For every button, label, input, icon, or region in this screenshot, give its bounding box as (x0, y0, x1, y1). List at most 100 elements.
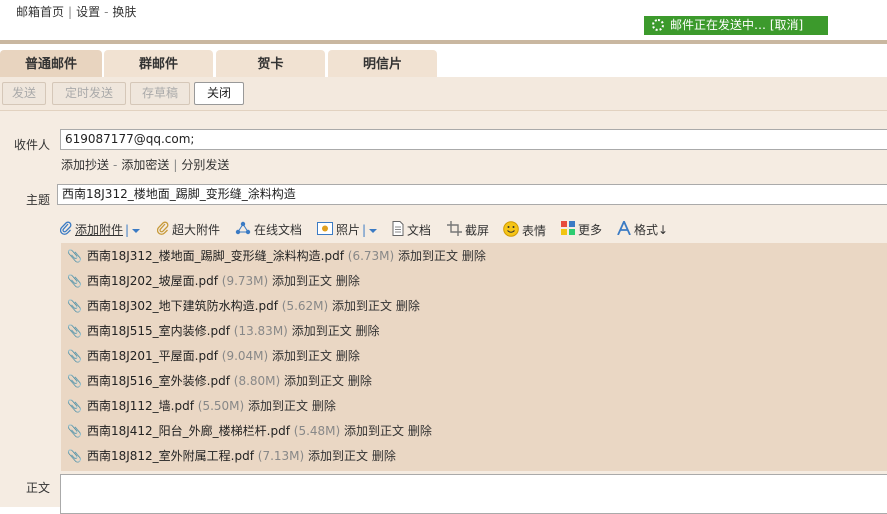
insert-to-body-link[interactable]: 添加到正文 (248, 399, 308, 413)
mailbox-home-link[interactable]: 邮箱首页 (16, 5, 64, 19)
attachment-row: 📎 西南18J112_墙.pdf (5.50M) 添加到正文 删除 (67, 396, 336, 416)
screenshot-button[interactable]: 截屏 (447, 221, 489, 239)
more-button[interactable]: 更多 (561, 221, 602, 239)
change-skin-link[interactable]: 换肤 (112, 5, 136, 19)
attachment-toolbar: 添加附件 | 超大附件 在线文档 照片 | 文档 截屏 表情 更多 格式↓ (59, 219, 887, 240)
paperclip-icon: 📎 (67, 324, 82, 338)
paperclip-icon: 📎 (67, 374, 82, 388)
attachment-name: 西南18J812_室外附属工程.pdf (86, 449, 254, 463)
insert-to-body-link[interactable]: 添加到正文 (344, 424, 404, 438)
save-draft-button[interactable]: 存草稿 (130, 82, 190, 105)
delete-attachment-link[interactable]: 删除 (336, 274, 360, 288)
document-button[interactable]: 文档 (392, 221, 431, 239)
chevron-down-icon[interactable] (368, 222, 378, 240)
paperclip-icon (59, 221, 72, 240)
separator: - (113, 158, 118, 172)
delete-attachment-link[interactable]: 删除 (348, 374, 372, 388)
photo-button[interactable]: 照片 | (317, 221, 378, 239)
online-doc-button[interactable]: 在线文档 (235, 221, 302, 239)
more-label[interactable]: 更多 (578, 223, 602, 237)
header-divider (0, 40, 887, 44)
settings-link[interactable]: 设置 (76, 5, 100, 19)
tab-group-mail[interactable]: 群邮件 (104, 50, 213, 77)
tab-greeting-card[interactable]: 贺卡 (216, 50, 325, 77)
top-links: 邮箱首页 | 设置 - 换肤 (16, 3, 136, 20)
recipient-label: 收件人 (14, 138, 51, 152)
add-cc-link[interactable]: 添加抄送 (61, 158, 109, 172)
scheduled-send-button[interactable]: 定时发送 (52, 82, 126, 105)
body-editor[interactable] (60, 474, 887, 514)
insert-to-body-link[interactable]: 添加到正文 (272, 274, 332, 288)
recipient-input[interactable]: 619087177@qq.com; (60, 129, 887, 150)
separator: | (125, 223, 130, 237)
large-attachment-icon (156, 221, 169, 240)
format-label[interactable]: 格式↓ (634, 223, 668, 237)
insert-to-body-link[interactable]: 添加到正文 (292, 324, 352, 338)
loading-spinner-icon (652, 19, 664, 31)
separator: | (362, 223, 367, 237)
attachment-name: 西南18J112_墙.pdf (86, 399, 194, 413)
separate-send-link[interactable]: 分别发送 (181, 158, 229, 172)
paperclip-icon: 📎 (67, 349, 82, 363)
separator: - (104, 5, 109, 19)
subject-label: 主题 (26, 193, 51, 207)
compose-toolbar: 发送 定时发送 存草稿 关闭 (0, 77, 887, 111)
attachment-name: 西南18J515_室内装修.pdf (86, 324, 230, 338)
emoji-label[interactable]: 表情 (522, 224, 546, 238)
format-button[interactable]: 格式↓ (617, 219, 668, 239)
insert-to-body-link[interactable]: 添加到正文 (308, 449, 368, 463)
delete-attachment-link[interactable]: 删除 (462, 249, 486, 263)
attachment-size: (9.04M) (221, 349, 269, 363)
tab-postcard[interactable]: 明信片 (328, 50, 437, 77)
paperclip-icon: 📎 (67, 449, 82, 463)
attachment-size: (5.50M) (197, 399, 245, 413)
sending-status-text[interactable]: 邮件正在发送中… [取消] (670, 18, 803, 32)
recipient-options: 添加抄送 - 添加密送 | 分别发送 (61, 156, 229, 173)
attachment-size: (5.48M) (293, 424, 341, 438)
delete-attachment-link[interactable]: 删除 (312, 399, 336, 413)
screenshot-label[interactable]: 截屏 (465, 224, 489, 238)
attachment-size: (6.73M) (347, 249, 395, 263)
tab-normal-mail[interactable]: 普通邮件 (0, 50, 102, 77)
paperclip-icon: 📎 (67, 249, 82, 263)
attachment-row: 📎 西南18J515_室内装修.pdf (13.83M) 添加到正文 删除 (67, 321, 380, 341)
attachment-size: (8.80M) (233, 374, 281, 388)
document-label[interactable]: 文档 (407, 224, 431, 238)
attachment-size: (9.73M) (221, 274, 269, 288)
large-attachment-button[interactable]: 超大附件 (156, 221, 220, 240)
emoji-button[interactable]: 表情 (503, 221, 546, 239)
send-button[interactable]: 发送 (2, 82, 46, 105)
attachment-row: 📎 西南18J516_室外装修.pdf (8.80M) 添加到正文 删除 (67, 371, 372, 391)
insert-to-body-link[interactable]: 添加到正文 (332, 299, 392, 313)
insert-to-body-link[interactable]: 添加到正文 (284, 374, 344, 388)
attachment-name: 西南18J312_楼地面_踢脚_变形缝_涂料构造.pdf (86, 249, 344, 263)
attachment-row: 📎 西南18J812_室外附属工程.pdf (7.13M) 添加到正文 删除 (67, 446, 396, 466)
sending-status-banner[interactable]: 邮件正在发送中… [取消] (644, 16, 828, 35)
delete-attachment-link[interactable]: 删除 (396, 299, 420, 313)
emoji-icon (503, 221, 519, 242)
attachment-size: (5.62M) (281, 299, 329, 313)
add-attachment-label[interactable]: 添加附件 (75, 223, 123, 237)
paperclip-icon: 📎 (67, 399, 82, 413)
body-label: 正文 (26, 481, 51, 495)
add-bcc-link[interactable]: 添加密送 (121, 158, 169, 172)
compose-form: 收件人 619087177@qq.com; 添加抄送 - 添加密送 | 分别发送 主题 … (0, 111, 887, 514)
online-doc-label[interactable]: 在线文档 (254, 223, 302, 237)
chevron-down-icon[interactable] (131, 222, 141, 240)
delete-attachment-link[interactable]: 删除 (372, 449, 396, 463)
screenshot-icon (447, 221, 462, 241)
add-attachment-button[interactable]: 添加附件 | (59, 221, 141, 240)
large-attachment-label[interactable]: 超大附件 (172, 223, 220, 237)
paperclip-icon: 📎 (67, 299, 82, 313)
delete-attachment-link[interactable]: 删除 (336, 349, 360, 363)
photo-label[interactable]: 照片 (336, 223, 360, 237)
document-icon (392, 221, 404, 241)
insert-to-body-link[interactable]: 添加到正文 (272, 349, 332, 363)
paperclip-icon: 📎 (67, 424, 82, 438)
online-doc-icon (235, 221, 251, 240)
delete-attachment-link[interactable]: 删除 (408, 424, 432, 438)
delete-attachment-link[interactable]: 删除 (356, 324, 380, 338)
insert-to-body-link[interactable]: 添加到正文 (398, 249, 458, 263)
subject-input[interactable]: 西南18J312_楼地面_踢脚_变形缝_涂料构造 (57, 184, 887, 205)
close-button[interactable]: 关闭 (194, 82, 244, 105)
